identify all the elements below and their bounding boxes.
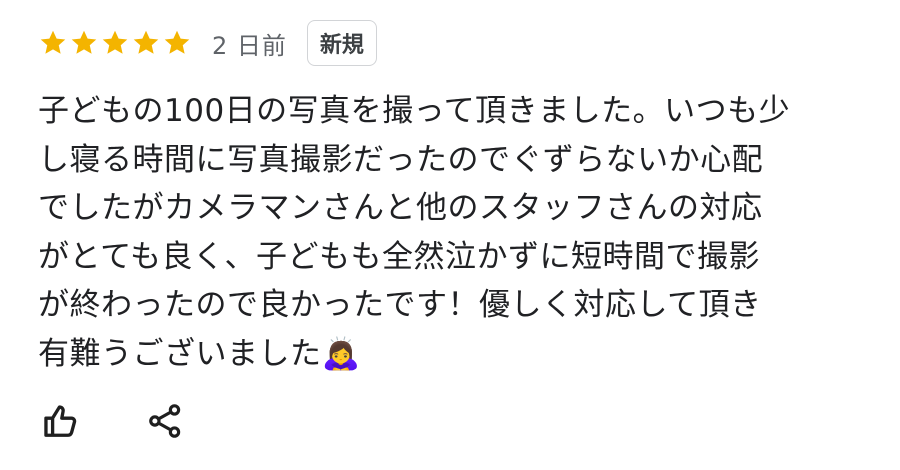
review-text-line: でしたがカメラマンさんと他のスタッフさんの対応 xyxy=(38,190,763,226)
star-icon xyxy=(102,30,128,54)
review-card: 2 日前 新規 子どもの100日の写真を撮って頂きました。いつも少 し寝る時間に… xyxy=(0,0,900,470)
review-date: 2 日前 xyxy=(212,31,287,60)
star-icon xyxy=(71,30,97,54)
review-text-line: 子どもの100日の写真を撮って頂きました。いつも少 xyxy=(38,93,791,129)
review-text-line: が終わったので良かったです！優しく対応して頂き xyxy=(38,287,762,323)
review-meta: 2 日前 新規 xyxy=(38,19,377,67)
review-text-line: し寝る時間に写真撮影だったのでぐずらないか心配 xyxy=(38,141,764,178)
star-rating xyxy=(38,28,192,58)
star-icon xyxy=(164,30,190,54)
star-icon xyxy=(133,30,159,54)
review-actions xyxy=(38,398,188,444)
review-text: 子どもの100日の写真を撮って頂きました。いつも少 し寝る時間に写真撮影だったの… xyxy=(38,87,818,378)
review-text-line: がとても良く、子どもも全然泣かずに短時間で撮影 xyxy=(38,238,761,275)
new-badge: 新規 xyxy=(306,20,377,66)
thumbs-up-icon xyxy=(44,405,77,437)
star-icon xyxy=(40,30,66,54)
share-button[interactable] xyxy=(142,398,188,444)
share-icon xyxy=(149,404,181,438)
like-button[interactable] xyxy=(38,398,84,444)
review-text-line: 有難うございました🙇‍♀️ xyxy=(38,335,361,372)
